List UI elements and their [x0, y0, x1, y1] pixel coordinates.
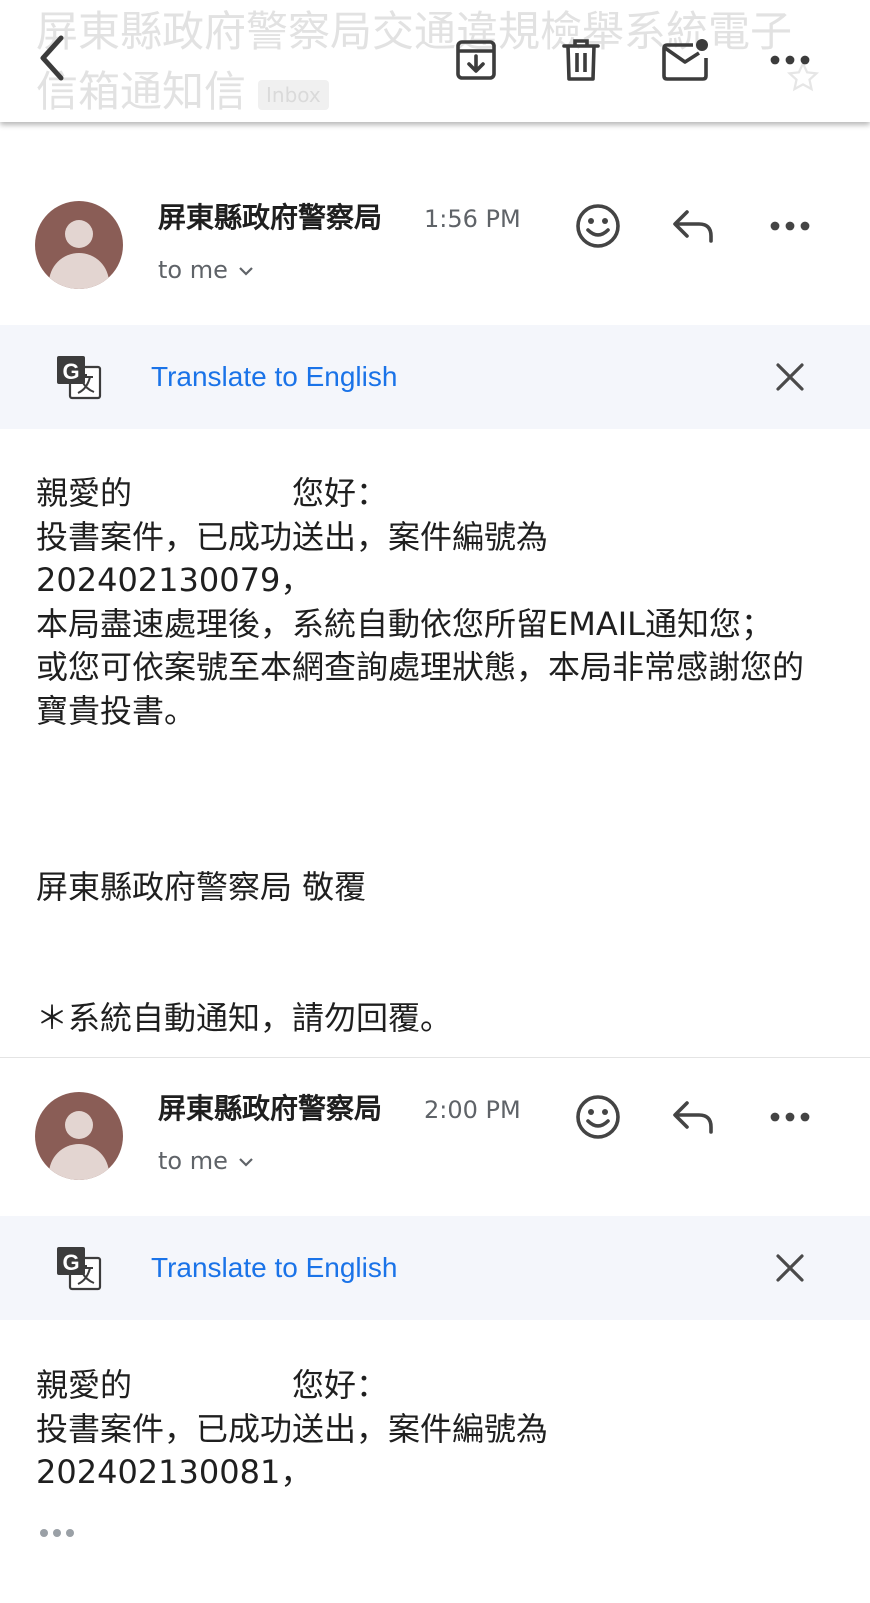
- google-translate-icon: G: [57, 356, 102, 400]
- back-button[interactable]: [26, 28, 76, 88]
- message-time: 1:56 PM: [424, 205, 521, 233]
- delete-button[interactable]: [557, 36, 605, 84]
- svg-text:G: G: [62, 1250, 79, 1275]
- reply-icon: [673, 1101, 713, 1134]
- google-translate-icon: G: [57, 1247, 102, 1291]
- message-header[interactable]: 屏東縣政府警察局 2:00 PM to me: [0, 1092, 870, 1202]
- reply-button[interactable]: [668, 201, 718, 251]
- message-body: 親愛的 您好： 投書案件，已成功送出，案件編號為 202402130081，: [36, 1364, 816, 1495]
- translate-to-english-link[interactable]: Translate to English: [151, 359, 397, 395]
- body-line: 或您可依案號至本網查詢處理狀態，本局非常感謝您的寶貴投書。: [36, 648, 805, 730]
- mark-unread-icon: [662, 39, 708, 81]
- message-body: 親愛的 您好： 投書案件，已成功送出，案件編號為 202402130079， 本…: [36, 472, 816, 733]
- top-toolbar: 屏東縣政府警察局交通違規檢舉系統電子信箱通知信 Inbox: [0, 0, 870, 122]
- case-number: 202402130079，: [36, 561, 313, 599]
- reply-icon: [673, 210, 713, 243]
- add-reaction-button[interactable]: [573, 1092, 623, 1142]
- recipient-label: to me: [158, 1147, 228, 1175]
- recipient-details-toggle[interactable]: to me: [158, 1146, 254, 1176]
- avatar-head-icon: [65, 220, 93, 248]
- avatar-head-icon: [65, 1111, 93, 1139]
- show-trimmed-content-button[interactable]: [38, 1526, 78, 1540]
- message-more-button[interactable]: [765, 1092, 815, 1142]
- message-more-button[interactable]: [765, 201, 815, 251]
- body-line: 投書案件，已成功送出，案件編號為: [36, 1409, 549, 1448]
- auto-notice-footer: ＊系統自動通知，請勿回覆。: [36, 999, 453, 1037]
- archive-icon: [456, 40, 496, 80]
- translate-to-english-link[interactable]: Translate to English: [151, 1250, 397, 1286]
- emoji-icon: [576, 1095, 620, 1139]
- body-line: 投書案件，已成功送出，案件編號為: [36, 517, 549, 556]
- recipient-details-toggle[interactable]: to me: [158, 255, 254, 285]
- greeting-line: 親愛的 您好：: [36, 1366, 389, 1404]
- add-reaction-button[interactable]: [573, 201, 623, 251]
- translate-bar: G Translate to English: [0, 325, 870, 429]
- more-horizontal-icon: [770, 55, 810, 65]
- more-horizontal-icon: [770, 221, 810, 231]
- emoji-icon: [576, 204, 620, 248]
- close-icon[interactable]: [772, 359, 808, 395]
- avatar-body-icon: [49, 1144, 109, 1180]
- translate-bar: G Translate to English: [0, 1216, 870, 1320]
- more-horizontal-icon: [770, 1112, 810, 1122]
- greeting-line: 親愛的 您好：: [36, 474, 389, 512]
- archive-button[interactable]: [452, 36, 500, 84]
- chevron-down-icon: [239, 267, 253, 276]
- sender-name: 屏東縣政府警察局: [158, 201, 383, 234]
- reply-button[interactable]: [668, 1092, 718, 1142]
- recipient-label: to me: [158, 256, 228, 284]
- signature: 屏東縣政府警察局 敬覆: [36, 868, 367, 906]
- avatar[interactable]: [35, 1092, 123, 1180]
- close-icon[interactable]: [772, 1250, 808, 1286]
- more-options-button[interactable]: [766, 40, 814, 80]
- avatar[interactable]: [35, 201, 123, 289]
- avatar-body-icon: [49, 253, 109, 289]
- inbox-label-badge[interactable]: Inbox: [258, 79, 329, 110]
- message-header[interactable]: 屏東縣政府警察局 1:56 PM to me: [0, 201, 870, 311]
- message-time: 2:00 PM: [424, 1096, 521, 1124]
- case-number: 202402130081，: [36, 1453, 313, 1491]
- chevron-down-icon: [239, 1158, 253, 1167]
- trash-icon: [562, 39, 600, 81]
- sender-name: 屏東縣政府警察局: [158, 1092, 383, 1125]
- mark-unread-button[interactable]: [660, 34, 712, 84]
- body-line: 本局盡速處理後，系統自動依您所留EMAIL通知您；: [36, 604, 773, 643]
- svg-text:G: G: [62, 359, 79, 384]
- message-divider: [0, 1057, 870, 1058]
- back-arrow-icon: [40, 35, 64, 81]
